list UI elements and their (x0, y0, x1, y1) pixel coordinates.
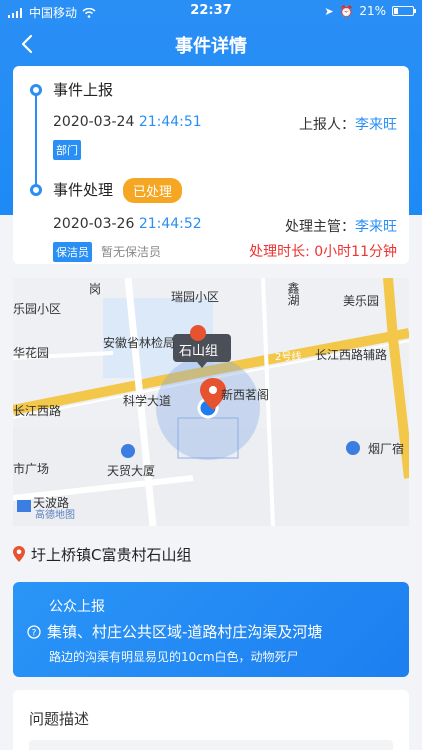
cleaner-note: 暂无保洁员 (101, 245, 162, 259)
timeline-card: 事件上报 2020-03-24 21:44:51 上报人：李来旺 部门 事件处理… (13, 66, 409, 264)
map-label-shishan: 石山组 (179, 344, 219, 359)
help-icon: ? (27, 624, 41, 639)
map-label-lingang: 岗 (89, 282, 102, 296)
nav-bar: 事件详情 (0, 24, 422, 64)
timeline-dot-handle (30, 184, 42, 196)
battery-icon (392, 6, 416, 16)
map-label-xinxi: 新西茗阁 (221, 388, 270, 402)
report-datetime: 2020-03-24 21:44:51 (53, 114, 202, 130)
map-label-kexue: 科学大道 (123, 394, 172, 408)
manager-label: 处理主管： (285, 219, 355, 235)
map-roads (13, 278, 409, 526)
map-view[interactable]: 瑞园小区 鑫湖 美乐园 乐园小区 岗 安徽省林检局 华花园 石山组 2号线 长江… (13, 278, 409, 526)
report-date: 2020-03-24 (53, 114, 135, 130)
cleaner-tag: 保洁员 (53, 242, 92, 262)
problem-title: 问题描述 (29, 710, 90, 728)
alarm-icon: ⏰ (339, 4, 354, 18)
handle-datetime: 2020-03-26 21:44:52 (53, 216, 202, 232)
map-label-road2: 2号线 (275, 352, 302, 363)
problem-card: 问题描述 (13, 690, 409, 750)
page-title: 事件详情 (175, 36, 247, 57)
report-time: 21:44:51 (138, 114, 202, 130)
map-label-huayuan: 华花园 (13, 346, 50, 360)
map-label-meile: 美乐园 (343, 294, 380, 308)
status-right: ➤ ⏰ 21% (324, 4, 416, 18)
reporter-row: 上报人：李来旺 (299, 114, 397, 134)
map-label-anhui: 安徽省林检局 (103, 336, 176, 350)
problem-description-box (29, 740, 393, 750)
address-row: 圩上桥镇C富贵村石山组 (13, 540, 409, 568)
map-label-tianmao: 天贸大厦 (107, 464, 156, 478)
map-label-xinhu: 鑫湖 (286, 282, 300, 306)
report-step-title: 事件上报 (53, 81, 114, 99)
battery-text: 21% (359, 4, 386, 18)
dept-tag: 部门 (53, 140, 81, 160)
public-description: 路边的沟渠有明显易见的10cm白色，动物死尸 (49, 650, 299, 664)
handle-duration: 处理时长: 0小时11分钟 (249, 244, 397, 260)
public-report-title: 公众上报 (49, 599, 105, 615)
location-pin-icon (13, 546, 25, 562)
public-category-row: ? 集镇、村庄公共区域-道路村庄沟渠及河塘 (27, 621, 322, 642)
timeline-dot-report (30, 84, 42, 96)
status-badge: 已处理 (123, 178, 183, 203)
handle-step-title: 事件处理 (53, 181, 114, 199)
manager-row: 处理主管：李来旺 (285, 216, 397, 236)
reporter-label: 上报人： (299, 117, 355, 133)
public-report-card: 公众上报 ? 集镇、村庄公共区域-道路村庄沟渠及河塘 路边的沟渠有明显易见的10… (13, 582, 409, 677)
status-bar: 中国移动 22:37 ➤ ⏰ 21% (0, 0, 422, 24)
timeline-line (35, 90, 37, 190)
map-label-changjiang-aux: 长江西路辅路 (315, 348, 388, 362)
svg-text:?: ? (32, 628, 37, 638)
public-category: 集镇、村庄公共区域-道路村庄沟渠及河塘 (47, 623, 323, 641)
map-logo: 高德地图 (35, 510, 75, 521)
location-icon: ➤ (324, 4, 334, 18)
map-label-ruiyuan: 瑞园小区 (171, 290, 220, 304)
handle-time: 21:44:52 (138, 216, 202, 232)
map-label-leyuan: 乐园小区 (13, 302, 62, 316)
map-label-shiguang: 市广场 (13, 462, 50, 476)
handle-date: 2020-03-26 (53, 216, 135, 232)
map-label-changjiang: 长江西路 (13, 404, 62, 418)
map-label-yancang: 烟厂宿 (368, 442, 405, 456)
reporter-name: 李来旺 (355, 117, 397, 133)
manager-name: 李来旺 (355, 219, 397, 235)
address-text: 圩上桥镇C富贵村石山组 (31, 545, 192, 564)
